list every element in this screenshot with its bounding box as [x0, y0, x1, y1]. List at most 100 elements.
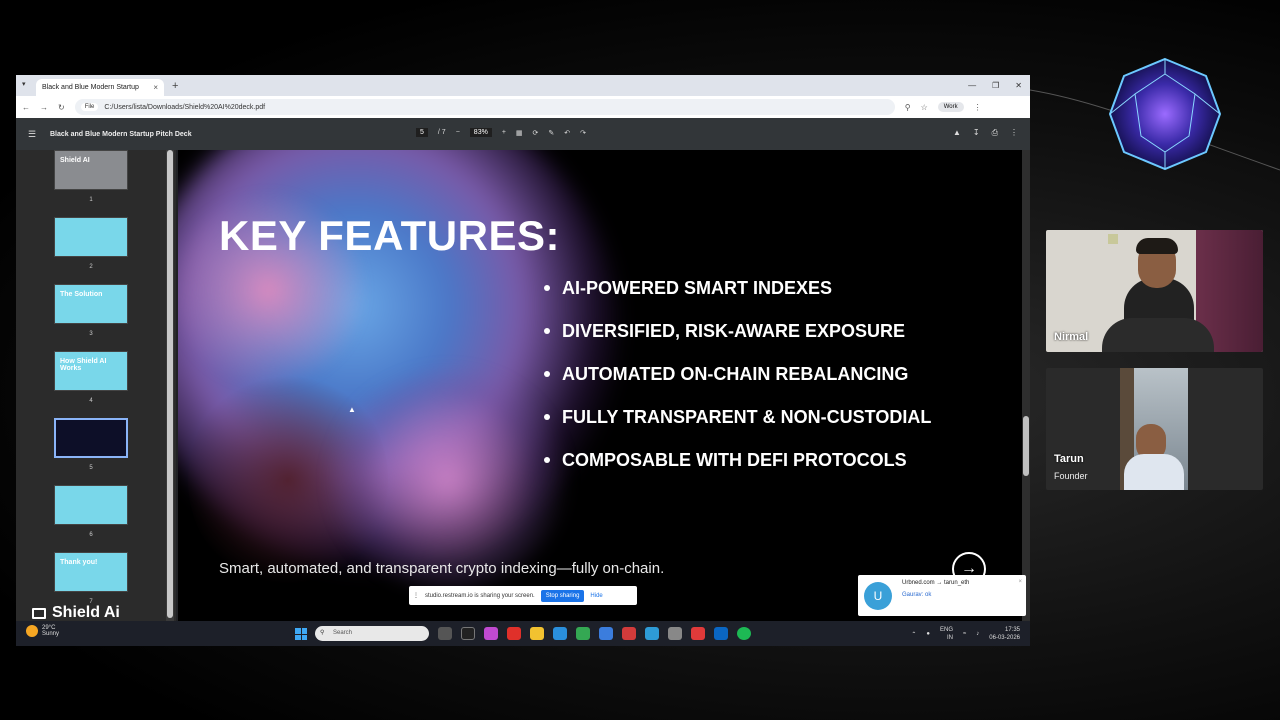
lang-top: ENG [939, 627, 953, 633]
page-thumbnail-2[interactable] [54, 217, 128, 257]
gradient-blob [328, 370, 568, 590]
feature-item: DIVERSIFIED, RISK-AWARE EXPOSURE [544, 321, 931, 364]
new-tab-button[interactable]: + [172, 80, 178, 92]
page-thumbnail-6[interactable] [54, 485, 128, 525]
feature-text: AI-POWERED SMART INDEXES [562, 278, 833, 298]
bullet-icon [544, 328, 550, 334]
url-field[interactable]: File C:/Users/lista/Downloads/Shield%20A… [74, 99, 895, 115]
page-number-input[interactable]: 5 [416, 128, 428, 137]
feature-list: AI-POWERED SMART INDEXES DIVERSIFIED, RIS… [544, 278, 931, 493]
app-icon[interactable] [622, 627, 636, 640]
file-explorer-icon[interactable] [530, 627, 544, 640]
print-icon[interactable]: ⎙ [992, 128, 998, 138]
annotate-icon[interactable]: ✎ [548, 129, 554, 137]
volume-icon[interactable]: ♪ [976, 631, 979, 637]
avatar: U [864, 582, 892, 610]
thumbnail-sidebar: Shield AI 1 2 The Solution 3 How Shield AI Wo… [16, 150, 176, 621]
page-total: / 7 [437, 129, 446, 136]
weather-widget[interactable]: 29°C Sunny [26, 625, 59, 637]
page-thumbnail-7[interactable]: Thank you! [54, 552, 128, 592]
hide-button[interactable]: Hide [590, 593, 602, 599]
feature-item: FULLY TRANSPARENT & NON-CUSTODIAL [544, 407, 931, 450]
app-icon[interactable] [484, 627, 498, 640]
app-icon[interactable] [668, 627, 682, 640]
help-icon[interactable] [645, 627, 659, 640]
app-icon[interactable] [691, 627, 705, 640]
edge-icon[interactable] [553, 627, 567, 640]
browser-tab[interactable]: Black and Blue Modern Startup × [36, 79, 164, 96]
document-scrollbar[interactable] [1022, 150, 1030, 621]
language-indicator[interactable]: ENG IN [940, 626, 953, 642]
thumbnail-page-number: 6 [89, 532, 93, 538]
share-banner-handle-icon[interactable]: ⋮ [413, 592, 419, 599]
thumbnail-page-number: 4 [89, 398, 93, 404]
feature-text: COMPOSABLE WITH DEFI PROTOCOLS [562, 450, 907, 470]
rotate-icon[interactable]: ⟳ [533, 129, 539, 137]
task-view-icon[interactable] [438, 627, 452, 640]
fit-page-icon[interactable]: ▦ [516, 129, 523, 137]
address-bar: ← → ↻ File C:/Users/lista/Downloads/Shie… [16, 96, 1030, 118]
page-thumbnail-5[interactable] [54, 418, 128, 458]
participant-tile-tarun[interactable]: Tarun Founder [1046, 368, 1263, 490]
page-thumbnail-3[interactable]: The Solution [54, 284, 128, 324]
monitor-icon [32, 607, 46, 619]
thumbnail-page-number: 1 [89, 197, 93, 203]
chrome-icon[interactable] [576, 627, 590, 640]
tray-app-icon[interactable]: ● [926, 631, 930, 637]
chat-notification[interactable]: U Urbned.com → tarun_eth Gaurav: ok × [858, 575, 1026, 616]
zoom-in-icon[interactable]: + [502, 129, 506, 136]
taskbar-search-input[interactable]: ⚲ Search [315, 626, 429, 641]
hamburger-menu-icon[interactable]: ☰ [28, 129, 36, 140]
spotify-icon[interactable] [737, 627, 751, 640]
tray-chevron-icon[interactable]: ⌃ [911, 631, 916, 638]
download-icon[interactable]: ↧ [973, 128, 980, 138]
brand-overlay: Shield Ai [32, 604, 120, 622]
screen-share-banner: ⋮ studio.restream.io is sharing your scr… [409, 586, 637, 605]
linkedin-icon[interactable] [714, 627, 728, 640]
close-icon[interactable]: ✕ [1015, 81, 1022, 90]
url-text: C:/Users/lista/Downloads/Shield%20AI%20d… [104, 103, 266, 111]
webcam-person-body [1124, 454, 1184, 490]
zoom-level[interactable]: 83% [469, 128, 492, 137]
bookmark-star-icon[interactable]: ☆ [921, 103, 928, 112]
windows-taskbar: 29°C Sunny ⚲ Search ⌃ ● ENG IN ≈ ♪ 17:35… [16, 621, 1030, 646]
browser-menu-icon[interactable]: ⋮ [974, 103, 982, 112]
page-thumbnail-4[interactable]: How Shield AI Works [54, 351, 128, 391]
slide-title: KEY FEATURES: [219, 212, 560, 259]
crystal-logo-icon [1108, 57, 1222, 171]
wifi-icon[interactable]: ≈ [963, 631, 966, 637]
page-thumbnail-1[interactable]: Shield AI [54, 150, 128, 190]
drive-icon[interactable]: ▲ [953, 128, 961, 138]
profile-button[interactable]: Work [937, 102, 964, 112]
participant-name: Tarun [1054, 453, 1084, 465]
stop-sharing-button[interactable]: Stop sharing [540, 589, 585, 602]
clock[interactable]: 17:35 06-03-2026 [989, 626, 1020, 642]
search-icon: ⚲ [320, 630, 325, 636]
mouse-cursor-icon: ▲ [348, 405, 356, 414]
zoom-out-icon[interactable]: − [456, 129, 460, 136]
participant-tile-nirmal[interactable]: Nirmal [1046, 230, 1263, 352]
zoom-icon[interactable]: ⚲ [905, 103, 911, 112]
undo-icon[interactable]: ↶ [564, 129, 570, 137]
back-icon[interactable]: ← [22, 103, 30, 112]
minimize-icon[interactable]: — [968, 81, 976, 90]
windows-start-icon[interactable] [295, 628, 307, 640]
app-icon[interactable] [461, 627, 475, 640]
file-chip: File [80, 103, 99, 111]
more-options-icon[interactable]: ⋮ [1010, 128, 1018, 138]
restore-icon[interactable]: ❐ [992, 81, 999, 90]
search-placeholder: Search [333, 630, 353, 636]
reload-icon[interactable]: ↻ [58, 103, 65, 112]
app-icon[interactable] [507, 627, 521, 640]
forward-icon[interactable]: → [40, 103, 48, 112]
tab-close-icon[interactable]: × [153, 83, 158, 92]
bullet-icon [544, 457, 550, 463]
mail-icon[interactable] [599, 627, 613, 640]
taskbar-apps [438, 627, 751, 640]
redo-icon[interactable]: ↷ [580, 129, 586, 137]
tab-search-icon[interactable]: ▾ [22, 80, 26, 88]
close-icon[interactable]: × [1018, 579, 1022, 585]
participant-title: Founder [1054, 471, 1088, 481]
thumbnail-scrollbar[interactable] [166, 150, 174, 621]
feature-text: FULLY TRANSPARENT & NON-CUSTODIAL [562, 407, 932, 427]
